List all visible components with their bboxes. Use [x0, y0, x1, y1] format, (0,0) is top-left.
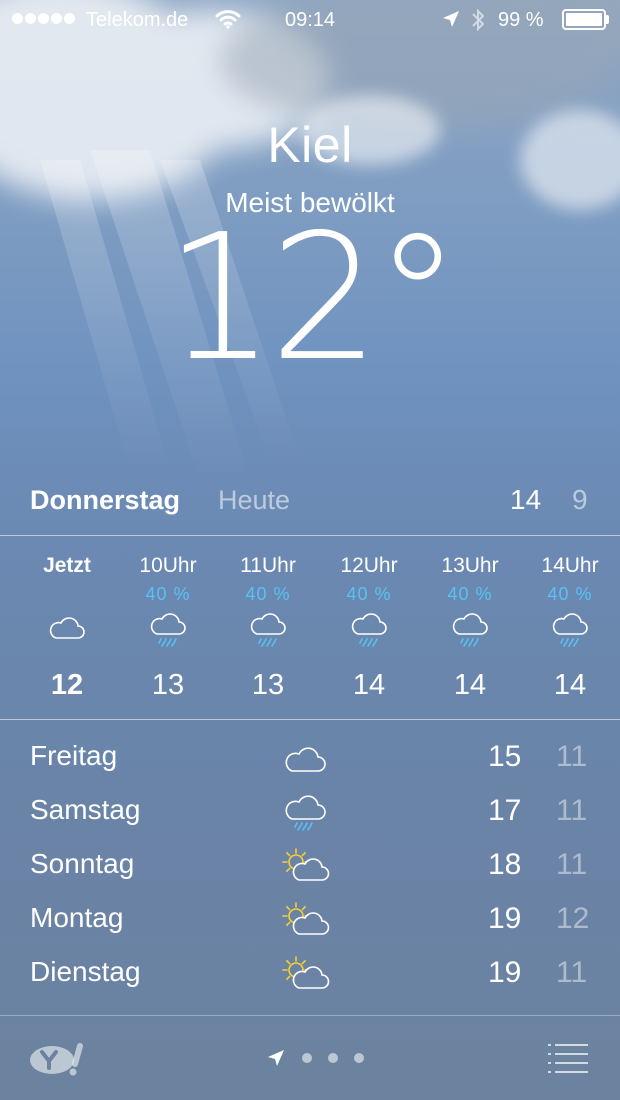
daily-row: Sonntag 18 11: [0, 838, 620, 892]
today-high: 14: [510, 484, 542, 515]
weekday: Sonntag: [30, 848, 135, 879]
sun-cloud-icon: [282, 848, 330, 881]
day-low: 11: [556, 740, 588, 773]
today-weekday: Donnerstag: [30, 485, 181, 515]
page-dot[interactable]: [302, 1053, 312, 1063]
location-services-icon: [443, 11, 459, 27]
hour-label: 10Uhr: [139, 554, 197, 577]
hour-label: 12Uhr: [340, 554, 398, 577]
today-label: Heute: [218, 485, 291, 515]
status-bar: Telekom.de 09:14 99 %: [0, 0, 620, 40]
hour-label: Jetzt: [43, 554, 91, 577]
precip-chance: 40 %: [145, 584, 191, 604]
hour-label: 13Uhr: [441, 554, 499, 577]
bluetooth-icon: [472, 8, 485, 32]
day-low: 11: [556, 956, 588, 989]
weekday: Samstag: [30, 794, 141, 825]
precip-chance: 40 %: [245, 584, 291, 604]
weekday: Montag: [30, 902, 124, 933]
today-summary: Donnerstag Heute 14 9: [0, 480, 620, 534]
location-arrow-icon[interactable]: [266, 1048, 286, 1068]
daily-row: Freitag 15 11: [0, 730, 620, 784]
day-high: 17: [488, 794, 522, 827]
bottom-toolbar: [0, 1016, 620, 1100]
day-high: 18: [488, 848, 522, 881]
precip-chance: 40 %: [346, 584, 392, 604]
rain-cloud-icon: [150, 613, 186, 647]
sun-cloud-icon: [282, 902, 330, 935]
hourly-item: Jetzt 12: [17, 536, 117, 718]
cloud-icon: [285, 747, 326, 772]
rain-cloud-icon: [285, 795, 326, 831]
weekday: Freitag: [30, 740, 118, 771]
page-indicator[interactable]: [266, 1048, 372, 1068]
hour-label: 14Uhr: [541, 554, 599, 577]
page-dot[interactable]: [354, 1053, 364, 1063]
cloud-icon: [49, 617, 85, 639]
day-low: 11: [556, 794, 588, 827]
rain-cloud-icon: [552, 613, 588, 647]
rain-cloud-icon: [250, 613, 286, 647]
divider: [0, 719, 620, 720]
list-icon[interactable]: [546, 1040, 590, 1076]
day-high: 19: [488, 956, 522, 989]
rain-cloud-icon: [452, 613, 488, 647]
daily-row: Montag 19 12: [0, 892, 620, 946]
hour-temperature: 14: [553, 669, 587, 701]
daily-row: Samstag 17 11: [0, 784, 620, 838]
hourly-item: 12Uhr 40 % 14: [319, 536, 419, 718]
today-low: 9: [572, 484, 588, 515]
yahoo-logo[interactable]: [28, 1042, 88, 1078]
precip-chance: 40 %: [447, 584, 493, 604]
hour-temperature: 14: [453, 669, 487, 701]
hour-temperature: 13: [251, 669, 285, 701]
hourly-forecast[interactable]: Jetzt 12 10Uhr 40 % 13 11Uhr 40 % 13 12U…: [0, 536, 620, 718]
day-high: 15: [488, 740, 522, 773]
day-low: 11: [556, 848, 588, 881]
battery-percent: 99 %: [498, 9, 544, 31]
page-dot[interactable]: [328, 1053, 338, 1063]
battery-nub: [606, 15, 609, 24]
city-name: Kiel: [267, 117, 353, 173]
hourly-item: 11Uhr 40 % 13: [218, 536, 318, 718]
hour-label: 11Uhr: [240, 554, 296, 577]
weekday: Dienstag: [30, 956, 141, 987]
daily-row: Dienstag 19 11: [0, 946, 620, 1000]
precip-chance: 40 %: [547, 584, 593, 604]
hourly-item: 14Uhr 40 % 14: [520, 536, 620, 718]
sun-cloud-icon: [282, 956, 330, 989]
current-temperature: 12°: [164, 197, 461, 400]
battery-icon: [562, 9, 606, 30]
hourly-item: 10Uhr 40 % 13: [118, 536, 218, 718]
hourly-item: 13Uhr 40 % 14: [420, 536, 520, 718]
hour-temperature: 12: [50, 669, 84, 701]
hour-temperature: 13: [151, 669, 185, 701]
rain-cloud-icon: [351, 613, 387, 647]
hour-temperature: 14: [352, 669, 386, 701]
day-high: 19: [488, 902, 522, 935]
day-low: 12: [556, 902, 590, 935]
